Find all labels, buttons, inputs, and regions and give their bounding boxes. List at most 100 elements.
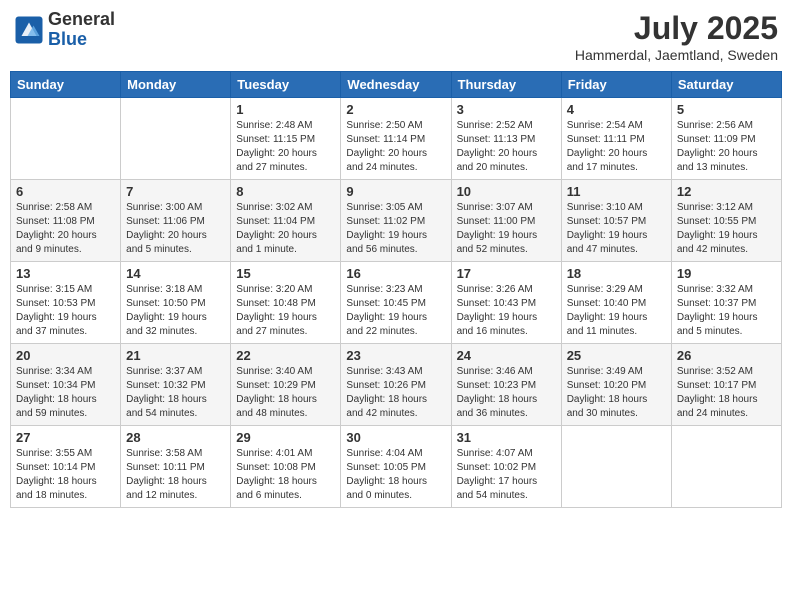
calendar-cell: 24Sunrise: 3:46 AM Sunset: 10:23 PM Dayl…: [451, 344, 561, 426]
day-info: Sunrise: 3:32 AM Sunset: 10:37 PM Daylig…: [677, 283, 776, 339]
logo-icon: [14, 15, 44, 45]
logo-blue-text: Blue: [48, 30, 115, 50]
day-number: 20: [16, 348, 115, 363]
calendar-cell: 22 Sunrise: 3:40 AM Sunset: 10:29 PM Dayl…: [231, 344, 341, 426]
calendar-cell: 25Sunrise: 3:49 AM Sunset: 10:20 PM Dayl…: [561, 344, 671, 426]
weekday-header-wednesday: Wednesday: [341, 72, 451, 98]
day-info: Sunrise: 2:56 AM Sunset: 11:09 PM Daylig…: [677, 119, 776, 175]
month-title: July 2025: [575, 10, 778, 47]
day-info: Sunrise: 3:00 AM Sunset: 11:06 PM Daylig…: [126, 201, 225, 257]
day-info: Sunrise: 3:52 AM Sunset: 10:17 PM Daylig…: [677, 365, 776, 421]
day-info: Sunrise: 3:37 AM Sunset: 10:32 PM Daylig…: [126, 365, 225, 421]
title-area: July 2025 Hammerdal, Jaemtland, Sweden: [575, 10, 778, 63]
weekday-header-tuesday: Tuesday: [231, 72, 341, 98]
day-number: 13: [16, 266, 115, 281]
day-info: Sunrise: 3:26 AM Sunset: 10:43 PM Daylig…: [457, 283, 556, 339]
calendar-cell: [561, 426, 671, 508]
day-number: 31: [457, 430, 556, 445]
day-number: 7: [126, 184, 225, 199]
day-info: Sunrise: 3:55 AM Sunset: 10:14 PM Daylig…: [16, 447, 115, 503]
calendar-cell: [671, 426, 781, 508]
day-number: 9: [346, 184, 445, 199]
day-info: Sunrise: 3:10 AM Sunset: 10:57 PM Daylig…: [567, 201, 666, 257]
day-info: Sunrise: 4:04 AM Sunset: 10:05 PM Daylig…: [346, 447, 445, 503]
day-number: 11: [567, 184, 666, 199]
calendar-cell: 6 Sunrise: 2:58 AM Sunset: 11:08 PM Dayli…: [11, 180, 121, 262]
calendar-cell: 29 Sunrise: 4:01 AM Sunset: 10:08 PM Dayl…: [231, 426, 341, 508]
day-info: Sunrise: 3:49 AM Sunset: 10:20 PM Daylig…: [567, 365, 666, 421]
day-number: 5: [677, 102, 776, 117]
day-number: 14: [126, 266, 225, 281]
location-title: Hammerdal, Jaemtland, Sweden: [575, 47, 778, 63]
calendar-cell: 20Sunrise: 3:34 AM Sunset: 10:34 PM Dayl…: [11, 344, 121, 426]
day-number: 4: [567, 102, 666, 117]
calendar-cell: 31 Sunrise: 4:07 AM Sunset: 10:02 PM Dayl…: [451, 426, 561, 508]
day-info: Sunrise: 2:54 AM Sunset: 11:11 PM Daylig…: [567, 119, 666, 175]
day-info: Sunrise: 4:01 AM Sunset: 10:08 PM Daylig…: [236, 447, 335, 503]
day-info: Sunrise: 3:02 AM Sunset: 11:04 PM Daylig…: [236, 201, 335, 257]
calendar-week-row: 1 Sunrise: 2:48 AM Sunset: 11:15 PM Dayli…: [11, 98, 782, 180]
day-info: Sunrise: 3:05 AM Sunset: 11:02 PM Daylig…: [346, 201, 445, 257]
weekday-header-saturday: Saturday: [671, 72, 781, 98]
day-number: 28: [126, 430, 225, 445]
day-number: 6: [16, 184, 115, 199]
day-info: Sunrise: 3:20 AM Sunset: 10:48 PM Daylig…: [236, 283, 335, 339]
day-info: Sunrise: 4:07 AM Sunset: 10:02 PM Daylig…: [457, 447, 556, 503]
logo: General Blue: [14, 10, 115, 50]
calendar-week-row: 6 Sunrise: 2:58 AM Sunset: 11:08 PM Dayli…: [11, 180, 782, 262]
day-number: 22: [236, 348, 335, 363]
day-number: 15: [236, 266, 335, 281]
day-number: 2: [346, 102, 445, 117]
day-info: Sunrise: 3:29 AM Sunset: 10:40 PM Daylig…: [567, 283, 666, 339]
day-number: 1: [236, 102, 335, 117]
day-number: 3: [457, 102, 556, 117]
day-number: 23: [346, 348, 445, 363]
day-info: Sunrise: 3:23 AM Sunset: 10:45 PM Daylig…: [346, 283, 445, 339]
page-header: General Blue July 2025 Hammerdal, Jaemtl…: [10, 10, 782, 63]
calendar-cell: 16 Sunrise: 3:23 AM Sunset: 10:45 PM Dayl…: [341, 262, 451, 344]
calendar-cell: 28 Sunrise: 3:58 AM Sunset: 10:11 PM Dayl…: [121, 426, 231, 508]
day-info: Sunrise: 3:07 AM Sunset: 11:00 PM Daylig…: [457, 201, 556, 257]
calendar-cell: 12Sunrise: 3:12 AM Sunset: 10:55 PM Dayl…: [671, 180, 781, 262]
day-number: 29: [236, 430, 335, 445]
logo-general: General: [48, 10, 115, 30]
weekday-header-friday: Friday: [561, 72, 671, 98]
weekday-header-monday: Monday: [121, 72, 231, 98]
day-number: 16: [346, 266, 445, 281]
day-number: 10: [457, 184, 556, 199]
calendar-cell: 18Sunrise: 3:29 AM Sunset: 10:40 PM Dayl…: [561, 262, 671, 344]
calendar-cell: 26 Sunrise: 3:52 AM Sunset: 10:17 PM Dayl…: [671, 344, 781, 426]
day-number: 26: [677, 348, 776, 363]
calendar-table: SundayMondayTuesdayWednesdayThursdayFrid…: [10, 71, 782, 508]
day-info: Sunrise: 2:48 AM Sunset: 11:15 PM Daylig…: [236, 119, 335, 175]
calendar-cell: 14 Sunrise: 3:18 AM Sunset: 10:50 PM Dayl…: [121, 262, 231, 344]
calendar-cell: 19 Sunrise: 3:32 AM Sunset: 10:37 PM Dayl…: [671, 262, 781, 344]
calendar-cell: 27Sunrise: 3:55 AM Sunset: 10:14 PM Dayl…: [11, 426, 121, 508]
day-info: Sunrise: 3:18 AM Sunset: 10:50 PM Daylig…: [126, 283, 225, 339]
day-number: 24: [457, 348, 556, 363]
calendar-cell: 23 Sunrise: 3:43 AM Sunset: 10:26 PM Dayl…: [341, 344, 451, 426]
calendar-cell: 4 Sunrise: 2:54 AM Sunset: 11:11 PM Dayli…: [561, 98, 671, 180]
day-info: Sunrise: 3:40 AM Sunset: 10:29 PM Daylig…: [236, 365, 335, 421]
calendar-header-row: SundayMondayTuesdayWednesdayThursdayFrid…: [11, 72, 782, 98]
day-number: 17: [457, 266, 556, 281]
weekday-header-sunday: Sunday: [11, 72, 121, 98]
day-number: 8: [236, 184, 335, 199]
calendar-cell: [11, 98, 121, 180]
day-number: 30: [346, 430, 445, 445]
calendar-cell: 1 Sunrise: 2:48 AM Sunset: 11:15 PM Dayli…: [231, 98, 341, 180]
calendar-cell: 15 Sunrise: 3:20 AM Sunset: 10:48 PM Dayl…: [231, 262, 341, 344]
calendar-cell: 10 Sunrise: 3:07 AM Sunset: 11:00 PM Dayl…: [451, 180, 561, 262]
logo-text: General Blue: [48, 10, 115, 50]
day-number: 12: [677, 184, 776, 199]
day-info: Sunrise: 3:58 AM Sunset: 10:11 PM Daylig…: [126, 447, 225, 503]
day-number: 19: [677, 266, 776, 281]
day-info: Sunrise: 3:15 AM Sunset: 10:53 PM Daylig…: [16, 283, 115, 339]
calendar-week-row: 20Sunrise: 3:34 AM Sunset: 10:34 PM Dayl…: [11, 344, 782, 426]
calendar-cell: 8 Sunrise: 3:02 AM Sunset: 11:04 PM Dayli…: [231, 180, 341, 262]
day-info: Sunrise: 3:43 AM Sunset: 10:26 PM Daylig…: [346, 365, 445, 421]
day-info: Sunrise: 2:50 AM Sunset: 11:14 PM Daylig…: [346, 119, 445, 175]
day-info: Sunrise: 2:58 AM Sunset: 11:08 PM Daylig…: [16, 201, 115, 257]
calendar-cell: 2 Sunrise: 2:50 AM Sunset: 11:14 PM Dayli…: [341, 98, 451, 180]
calendar-cell: 9 Sunrise: 3:05 AM Sunset: 11:02 PM Dayli…: [341, 180, 451, 262]
